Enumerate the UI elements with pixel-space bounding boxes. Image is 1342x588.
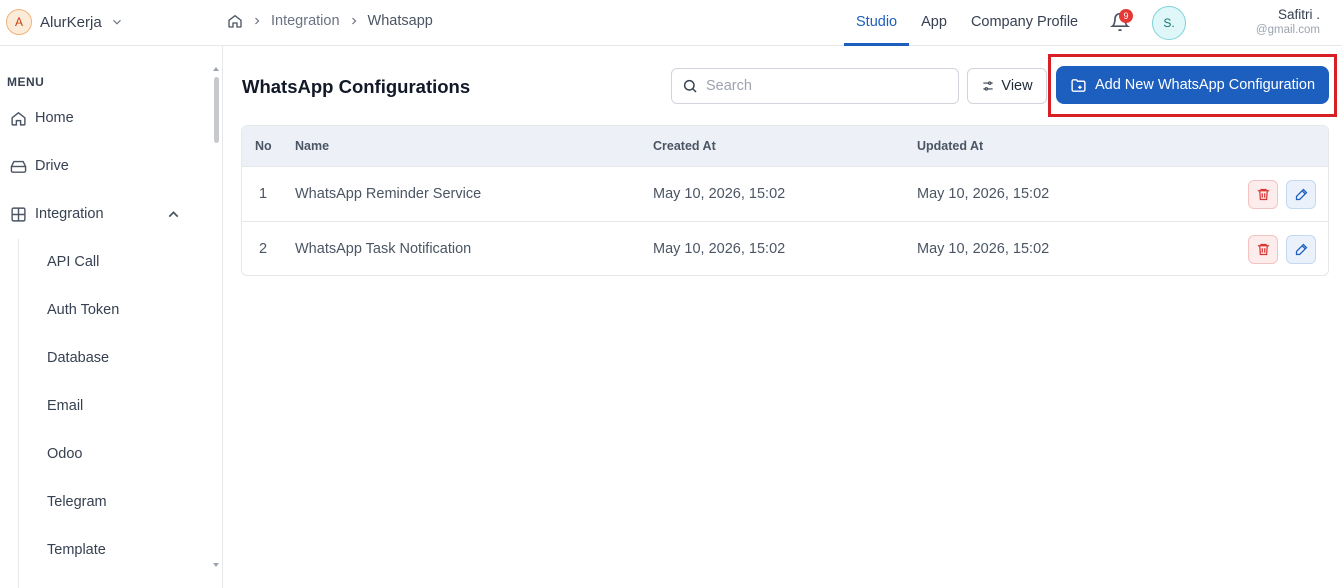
sidebar-item-integration[interactable]: Integration [10,200,196,228]
cell-name: WhatsApp Reminder Service [295,186,482,202]
sidebar-subitem-email[interactable]: Email [47,398,83,414]
avatar[interactable]: S. [1152,6,1186,40]
view-button[interactable]: View [967,68,1047,104]
tab-studio[interactable]: Studio [844,0,910,46]
drive-icon [10,160,27,173]
cell-no: 2 [259,241,268,257]
breadcrumb-integration[interactable]: Integration [271,13,340,29]
folder-plus-icon [1071,78,1086,92]
cell-updated-at: May 10, 2026, 15:02 [917,186,1050,202]
sidebar-item-label: Home [35,110,74,126]
search-input[interactable] [706,78,946,94]
column-created-at[interactable]: Created At [653,139,716,153]
search-box[interactable] [671,68,959,104]
sidebar-subitem-template[interactable]: Template [47,542,106,558]
column-no[interactable]: No [255,139,272,153]
user-name[interactable]: Safitri . [1278,7,1320,22]
breadcrumb-whatsapp: Whatsapp [367,13,433,29]
home-icon [11,111,26,126]
column-updated-at[interactable]: Updated At [917,139,983,153]
chevron-right-icon [351,17,356,25]
workspace-name: AlurKerja [40,13,102,31]
sidebar-scrollbar[interactable] [214,77,219,143]
scroll-up-arrow[interactable] [213,67,219,71]
table-row[interactable]: 2 WhatsApp Task Notification May 10, 202… [242,221,1328,275]
top-nav: Studio App Company Profile [844,0,1090,46]
chevron-down-icon [112,19,121,25]
submenu-rail [18,239,19,588]
sidebar-subitem-auth-token[interactable]: Auth Token [47,302,119,318]
delete-button[interactable] [1248,235,1278,264]
column-name[interactable]: Name [295,139,329,153]
menu-label: MENU [7,75,45,89]
sidebar-item-label: Integration [35,206,104,222]
sidebar-item-drive[interactable]: Drive [10,152,196,180]
trash-icon [1257,188,1269,201]
cell-created-at: May 10, 2026, 15:02 [653,186,786,202]
sidebar-subitem-database[interactable]: Database [47,350,109,366]
scroll-down-arrow[interactable] [213,563,219,567]
edit-button[interactable] [1286,180,1316,209]
sidebar-item-label: Drive [35,158,69,174]
chevron-up-icon [168,210,179,217]
sidebar-subitem-odoo[interactable]: Odoo [47,446,82,462]
workspace-logo: A [6,9,32,35]
add-whatsapp-configuration-button[interactable]: Add New WhatsApp Configuration [1056,66,1329,104]
top-bar: A AlurKerja Integration Whatsapp Studio … [0,0,1342,46]
page-title: WhatsApp Configurations [242,76,471,97]
view-button-label: View [1001,78,1033,94]
home-icon[interactable] [227,13,243,29]
whatsapp-config-table: No Name Created At Updated At 1 WhatsApp… [241,125,1329,276]
pencil-icon [1295,188,1307,201]
sidebar-subitem-api-call[interactable]: API Call [47,254,99,270]
cell-no: 1 [259,186,268,202]
cell-updated-at: May 10, 2026, 15:02 [917,241,1050,257]
notification-badge: 9 [1119,9,1133,23]
pencil-icon [1295,243,1307,256]
tab-company-profile[interactable]: Company Profile [959,0,1090,46]
sliders-icon [983,81,994,91]
cell-created-at: May 10, 2026, 15:02 [653,241,786,257]
sidebar-subitem-telegram[interactable]: Telegram [47,494,107,510]
table-row[interactable]: 1 WhatsApp Reminder Service May 10, 2026… [242,166,1328,221]
search-icon [683,79,697,93]
chevron-right-icon [255,17,260,25]
trash-icon [1257,243,1269,256]
breadcrumb: Integration Whatsapp [227,11,433,31]
sidebar: MENU Home Drive Integration API Call Aut… [0,46,223,588]
add-button-label: Add New WhatsApp Configuration [1094,77,1316,93]
table-header: No Name Created At Updated At [242,126,1328,166]
sidebar-item-home[interactable]: Home [10,104,196,132]
edit-button[interactable] [1286,235,1316,264]
user-email: @gmail.com [1255,24,1320,36]
tab-app[interactable]: App [909,0,959,46]
delete-button[interactable] [1248,180,1278,209]
workspace-switcher[interactable]: A AlurKerja [6,8,124,36]
cell-name: WhatsApp Task Notification [295,241,472,257]
grid-icon [11,206,26,222]
